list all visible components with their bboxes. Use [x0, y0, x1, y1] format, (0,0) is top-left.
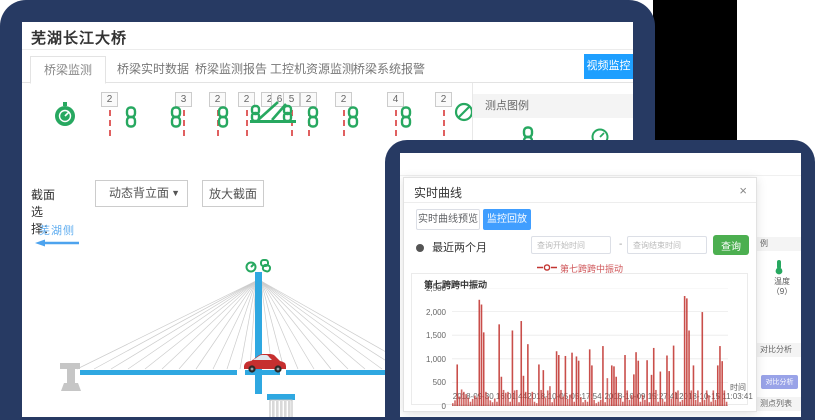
- chevron-down-icon: ▼: [171, 181, 180, 206]
- dashed-marker-line: [443, 110, 445, 136]
- dashed-marker-line: [343, 110, 345, 136]
- realtime-curve-dialog: 实时曲线 × 实时曲线预览监控回放 最近两个月 - 查询 第七: [403, 177, 757, 412]
- dialog-tab-1[interactable]: 监控回放: [483, 209, 531, 230]
- main-tabbar: 桥梁监测桥梁实时数据桥梁监测报告工控机资源监测桥梁系统报警 视频监控: [22, 50, 633, 83]
- temperature-count: （9）: [763, 286, 801, 297]
- legend-header-partial: 例: [757, 237, 801, 251]
- main-tab-4[interactable]: 桥梁系统报警: [340, 56, 438, 84]
- side-label: 芜湖侧: [39, 222, 75, 238]
- close-icon[interactable]: ×: [739, 183, 747, 198]
- point-list-header: 测点列表: [757, 397, 801, 411]
- y-axis-tick: 1,000: [416, 355, 446, 364]
- query-start-time-input[interactable]: [531, 236, 611, 254]
- dashed-marker-line: [109, 110, 111, 136]
- composite-sensor-icon[interactable]: [248, 100, 298, 126]
- dialog-title: 实时曲线: [414, 184, 462, 201]
- sensor-count-badge: 2: [435, 92, 452, 107]
- chart-plot-area: [452, 288, 728, 406]
- compare-section-header: 对比分析: [757, 343, 801, 357]
- left-pier: [60, 363, 81, 391]
- link-sensor-icon[interactable]: [306, 106, 320, 128]
- thermometer-icon: [773, 259, 785, 275]
- modal-screenshot: 例 温度 （9） 对比分析 对比分析 测点列表 实时曲线 × 实时曲线预览监控回…: [400, 153, 801, 417]
- section-dropdown[interactable]: 动态背立面 ▼: [95, 180, 188, 207]
- bridge-tower: [255, 272, 262, 394]
- link-sensor-icon[interactable]: [346, 106, 360, 128]
- pile-group: [270, 400, 292, 417]
- link-sensor-icon[interactable]: [216, 106, 230, 128]
- y-axis-tick: 2,500: [416, 284, 446, 293]
- y-axis-tick: 2,000: [416, 308, 446, 317]
- prohibit-icon[interactable]: [454, 102, 474, 122]
- query-end-time-input[interactable]: [627, 236, 707, 254]
- modal-window-frame: 例 温度 （9） 对比分析 对比分析 测点列表 实时曲线 × 实时曲线预览监控回…: [385, 140, 815, 420]
- y-axis-tick: 0: [416, 402, 446, 411]
- video-monitor-button[interactable]: 视频监控: [584, 54, 633, 79]
- x-axis-name: 时间: [730, 382, 746, 393]
- dashed-marker-line: [395, 110, 397, 136]
- y-axis-tick: 500: [416, 378, 446, 387]
- link-sensor-icon[interactable]: [124, 106, 138, 128]
- dialog-divider: [404, 202, 756, 203]
- modal-top-strip: [400, 153, 801, 176]
- dashed-marker-line: [183, 110, 185, 136]
- compare-analysis-button[interactable]: 对比分析: [761, 375, 798, 389]
- y-axis-tick: 1,500: [416, 331, 446, 340]
- range-separator: -: [619, 239, 622, 250]
- link-sensor-icon[interactable]: [399, 106, 413, 128]
- vibration-chart: 第七跨跨中振动 2,5002,0001,5001,0005000 2018-09…: [411, 273, 748, 405]
- tower-sensor-icons: [247, 260, 271, 272]
- enlarge-section-button[interactable]: 放大截面: [202, 180, 264, 207]
- black-region: [653, 0, 737, 141]
- underlying-page-sliver: 例 温度 （9） 对比分析 对比分析 测点列表: [757, 153, 801, 417]
- dialog-tab-0[interactable]: 实时曲线预览: [416, 209, 480, 230]
- screenshot-stage: 芜湖长江大桥 桥梁监测桥梁实时数据桥梁监测报告工控机资源监测桥梁系统报警 视频监…: [0, 0, 815, 420]
- section-dropdown-value: 动态背立面: [109, 186, 169, 200]
- gauge-icon[interactable]: [54, 102, 76, 128]
- sensor-count-badge: 2: [101, 92, 118, 107]
- radio-label: 最近两个月: [432, 242, 487, 254]
- sensor-count-badge: 2: [335, 92, 352, 107]
- bridge-diagram: [22, 244, 422, 417]
- tower-cap: [267, 394, 295, 400]
- legend-panel-header: 测点图例: [473, 94, 633, 118]
- query-button[interactable]: 查询: [713, 235, 749, 255]
- recent-two-months-radio[interactable]: 最近两个月: [416, 239, 487, 255]
- sensor-count-badge: 3: [175, 92, 192, 107]
- legend-line-icon: [537, 264, 557, 271]
- bridge-cables: [77, 281, 416, 369]
- sensor-count-badge: 4: [387, 92, 404, 107]
- link-sensor-icon[interactable]: [169, 106, 183, 128]
- main-tab-0[interactable]: 桥梁监测: [30, 56, 106, 84]
- car-illustration: [244, 354, 286, 373]
- radio-dot-icon: [416, 244, 424, 252]
- sensor-count-badge: 2: [300, 92, 317, 107]
- sensor-count-badge: 2: [209, 92, 226, 107]
- page-title: 芜湖长江大桥: [31, 27, 127, 48]
